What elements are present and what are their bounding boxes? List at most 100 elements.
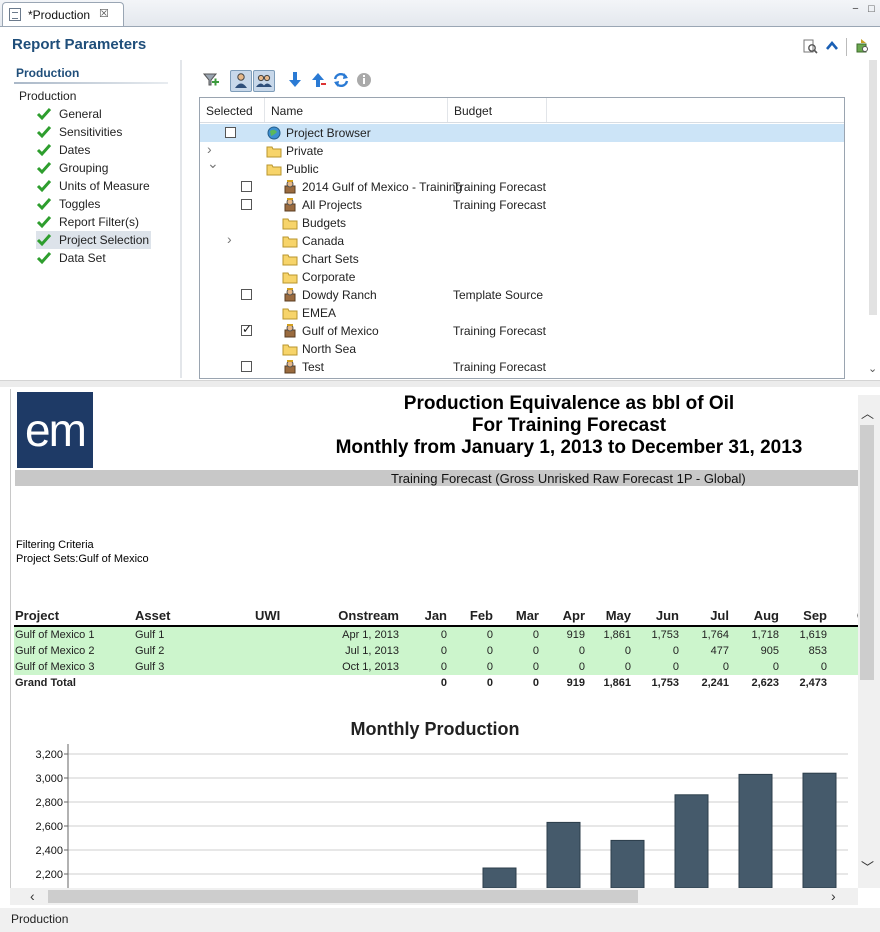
horizontal-splitter[interactable] [0, 380, 880, 387]
checkmark-icon [36, 198, 52, 211]
nav-item-project-selection[interactable]: Project Selection [36, 231, 151, 249]
project-icon [284, 288, 296, 302]
tree-item-budget: Training Forecast [453, 360, 546, 374]
nav-item-label: Toggles [59, 197, 101, 211]
nav-item-dates[interactable]: Dates [36, 141, 151, 159]
collapse-up-icon[interactable] [824, 38, 840, 54]
table-cell: 0 [820, 661, 827, 673]
bar-6 [610, 839, 645, 888]
nav-item-label: Sensitivities [59, 125, 123, 139]
tree-row[interactable]: › Private [200, 141, 844, 160]
column-header-name[interactable]: Name [271, 104, 303, 118]
scroll-down-icon[interactable]: ⌄ [868, 362, 877, 375]
tree-item-name: Dowdy Ranch [302, 288, 377, 302]
table-row: Gulf of Mexico 3 Gulf 3 Oct 1, 2013 0 0 0 0 0 0 0… [14, 659, 859, 675]
tree-row[interactable]: Budgets [200, 214, 844, 232]
nav-item-general[interactable]: General [36, 105, 151, 123]
tree-item-name: Test [302, 360, 325, 374]
column-header-selected[interactable]: Selected [206, 104, 253, 118]
table-cell: 1,619 [799, 629, 827, 641]
nav-item-report-filter-s[interactable]: Report Filter(s) [36, 213, 151, 231]
tree-row[interactable]: › Canada [200, 231, 844, 250]
single-user-toggle-icon[interactable] [230, 70, 252, 92]
tree-item-name: Chart Sets [302, 252, 359, 266]
tree-item-name: Project Browser [286, 126, 371, 140]
scroll-down-icon[interactable]: ﹀ [861, 857, 874, 876]
scroll-up-icon[interactable]: ︿ [861, 403, 874, 422]
table-cell: Oct 1, 2013 [342, 661, 399, 673]
nav-item-sensitivities[interactable]: Sensitivities [36, 123, 151, 141]
tree-row[interactable]: EMEA [200, 304, 844, 322]
collapse-all-icon[interactable] [308, 70, 328, 90]
select-checkbox[interactable] [241, 181, 252, 192]
checkmark-icon [36, 216, 52, 229]
project-icon [284, 360, 296, 374]
info-disabled-icon[interactable] [354, 70, 374, 90]
run-report-icon[interactable] [854, 38, 870, 54]
table-cell: Gulf 2 [135, 645, 165, 657]
select-checkbox[interactable] [241, 199, 252, 210]
nav-item-units-of-measure[interactable]: Units of Measure [36, 177, 151, 195]
group-users-toggle-icon[interactable] [253, 70, 275, 92]
tree-row[interactable]: Chart Sets [200, 250, 844, 268]
expand-chevron-icon[interactable]: › [227, 231, 232, 247]
report-hscroll-thumb[interactable] [48, 890, 638, 903]
tree-scroll-thumb[interactable] [869, 60, 877, 315]
status-text: Production [11, 912, 69, 926]
tab-production[interactable]: *Production ☒ [2, 2, 124, 26]
tree-row[interactable]: 2014 Gulf of Mexico - Training Training F… [200, 178, 844, 196]
tree-row[interactable]: Test Training Forecast [200, 358, 844, 376]
close-tab-icon[interactable]: ☒ [99, 7, 109, 20]
minimize-button[interactable]: − [849, 4, 862, 15]
select-checkbox[interactable] [225, 127, 236, 138]
preview-icon[interactable] [802, 38, 818, 54]
nav-divider [14, 82, 168, 84]
tree-row[interactable]: North Sea [200, 340, 844, 358]
scroll-right-icon[interactable]: › [831, 888, 836, 904]
nav-item-data-set[interactable]: Data Set [36, 249, 151, 267]
panel-divider[interactable] [180, 60, 182, 378]
globe-icon [267, 126, 281, 140]
tree-row[interactable]: Gulf of Mexico Training Forecast [200, 322, 844, 340]
column-header-asset: Asset [135, 608, 171, 623]
tree-row[interactable]: Project Browser [200, 124, 844, 142]
collapse-chevron-icon[interactable]: ⌄ [207, 155, 219, 172]
table-cell: Gulf 3 [135, 661, 165, 673]
maximize-button[interactable]: □ [865, 4, 878, 15]
table-cell: Gulf of Mexico 1 [15, 629, 95, 641]
column-header-jul: Jul [710, 608, 729, 623]
nav-item-toggles[interactable]: Toggles [36, 195, 151, 213]
tree-row[interactable]: Dowdy Ranch Template Source [200, 286, 844, 304]
refresh-icon[interactable] [331, 70, 351, 90]
filter-criteria-value: Project Sets:Gulf of Mexico [16, 553, 149, 565]
y-tick-label: 2,200 [35, 869, 63, 881]
select-checkbox[interactable] [241, 289, 252, 300]
chart-title: Monthly Production [350, 719, 520, 739]
table-cell: 0 [672, 661, 679, 673]
column-header-budget[interactable]: Budget [454, 104, 492, 118]
add-filter-icon[interactable] [201, 70, 221, 90]
column-header-onstream: Onstream [338, 608, 399, 623]
nav-item-label: Data Set [59, 251, 106, 265]
table-row: Gulf of Mexico 1 Gulf 1 Apr 1, 2013 0 0 0 919 1… [14, 627, 859, 643]
tree-row[interactable]: All Projects Training Forecast [200, 196, 844, 214]
tree-row[interactable]: ⌄ Public [200, 155, 844, 178]
select-checkbox[interactable] [241, 322, 252, 336]
scroll-left-icon[interactable]: ‹ [30, 888, 35, 904]
report-viewer: em Production Equivalence as bbl of Oil … [10, 389, 859, 888]
tree-row[interactable]: Corporate [200, 268, 844, 286]
tree-vertical-scrollbar[interactable]: ⌄ [866, 60, 880, 378]
table-cell: 0 [672, 645, 679, 657]
nav-item-grouping[interactable]: Grouping [36, 159, 151, 177]
checkmark-icon [36, 234, 52, 247]
monthly-production-chart: 2,200 2,400 2,600 2,800 3,000 3,200 [35, 744, 848, 888]
folder-icon [282, 308, 298, 320]
report-vscroll-thumb[interactable] [860, 425, 874, 680]
select-checkbox[interactable] [241, 361, 252, 372]
expand-all-icon[interactable] [285, 70, 305, 90]
table-cell: 0 [722, 661, 729, 673]
tree-item-name: Budgets [302, 216, 347, 230]
editor-tab-strip: *Production ☒ − □ [0, 0, 880, 27]
tree-item-name: Corporate [302, 270, 356, 284]
table-cell: 477 [710, 645, 729, 657]
